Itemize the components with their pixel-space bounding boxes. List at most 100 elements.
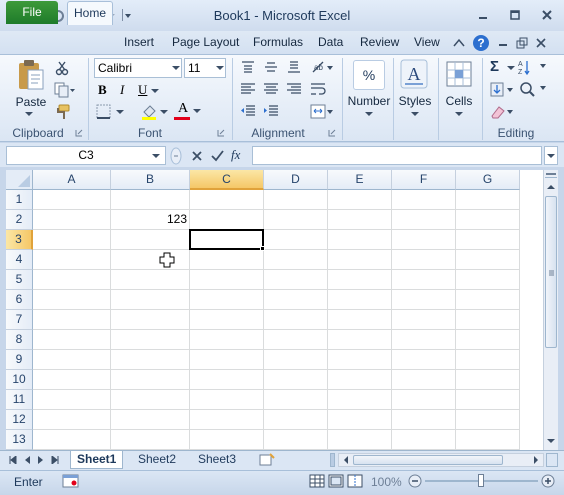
cell-B11[interactable] <box>111 390 190 410</box>
column-header-C[interactable]: C <box>190 170 264 190</box>
font-launcher-icon[interactable] <box>216 128 226 138</box>
align-middle-icon[interactable] <box>263 60 279 74</box>
tab-data[interactable]: Data <box>310 32 351 54</box>
cell-F12[interactable] <box>392 410 456 430</box>
cell-B10[interactable] <box>111 370 190 390</box>
cell-C8[interactable] <box>190 330 264 350</box>
row-header-1[interactable]: 1 <box>6 190 33 210</box>
cells-icon[interactable] <box>444 58 474 90</box>
tab-file[interactable]: File <box>6 1 58 24</box>
cell-C10[interactable] <box>190 370 264 390</box>
tab-page-layout[interactable]: Page Layout <box>164 32 247 54</box>
column-header-B[interactable]: B <box>111 170 190 190</box>
cell-F7[interactable] <box>392 310 456 330</box>
cell-D7[interactable] <box>264 310 328 330</box>
cell-D5[interactable] <box>264 270 328 290</box>
cell-G6[interactable] <box>456 290 520 310</box>
row-header-2[interactable]: 2 <box>6 210 33 230</box>
cell-B1[interactable] <box>111 190 190 210</box>
cell-A4[interactable] <box>33 250 111 270</box>
find-select-icon[interactable] <box>518 80 548 98</box>
cell-A10[interactable] <box>33 370 111 390</box>
maximize-button[interactable] <box>504 7 526 23</box>
cell-B5[interactable] <box>111 270 190 290</box>
cells-button[interactable]: Cells <box>440 94 478 108</box>
minimize-ribbon-icon[interactable] <box>452 36 466 50</box>
cell-C6[interactable] <box>190 290 264 310</box>
orientation-icon[interactable]: ab <box>310 58 334 76</box>
cell-F10[interactable] <box>392 370 456 390</box>
hsplit-box[interactable] <box>546 453 558 467</box>
font-family-dropdown-icon[interactable] <box>171 64 181 72</box>
cell-F9[interactable] <box>392 350 456 370</box>
scroll-thumb[interactable] <box>545 196 557 348</box>
cell-D2[interactable] <box>264 210 328 230</box>
fill-color-icon[interactable] <box>140 104 170 120</box>
number-dropdown-icon[interactable] <box>364 110 374 118</box>
cell-G12[interactable] <box>456 410 520 430</box>
align-left-icon[interactable] <box>240 82 256 96</box>
horizontal-scroll-thumb[interactable] <box>353 455 503 465</box>
zoom-slider-thumb[interactable] <box>478 474 484 487</box>
cell-A11[interactable] <box>33 390 111 410</box>
cell-D12[interactable] <box>264 410 328 430</box>
cell-E11[interactable] <box>328 390 392 410</box>
clear-icon[interactable] <box>490 104 518 120</box>
cell-D8[interactable] <box>264 330 328 350</box>
cell-D3[interactable] <box>264 230 328 250</box>
cell-C4[interactable] <box>190 250 264 270</box>
tab-insert[interactable]: Insert <box>116 32 162 54</box>
underline-dropdown-icon[interactable] <box>151 88 159 94</box>
cell-A13[interactable] <box>33 430 111 450</box>
cell-A8[interactable] <box>33 330 111 350</box>
autosum-icon[interactable]: Σ <box>490 58 504 75</box>
cell-G8[interactable] <box>456 330 520 350</box>
cell-B3[interactable] <box>111 230 190 250</box>
decrease-indent-icon[interactable] <box>240 104 256 118</box>
cell-G5[interactable] <box>456 270 520 290</box>
tab-review[interactable]: Review <box>352 32 407 54</box>
cell-A12[interactable] <box>33 410 111 430</box>
cell-D6[interactable] <box>264 290 328 310</box>
doc-restore-icon[interactable] <box>516 37 528 49</box>
cut-icon[interactable] <box>54 60 70 76</box>
sheet-tab-2[interactable]: Sheet2 <box>132 451 182 469</box>
cell-D10[interactable] <box>264 370 328 390</box>
cell-D1[interactable] <box>264 190 328 210</box>
split-box-icon[interactable] <box>545 170 557 178</box>
styles-dropdown-icon[interactable] <box>410 110 420 118</box>
tab-view[interactable]: View <box>406 32 448 54</box>
column-header-D[interactable]: D <box>264 170 328 190</box>
cell-E6[interactable] <box>328 290 392 310</box>
font-size-dropdown-icon[interactable] <box>215 64 225 72</box>
cell-A9[interactable] <box>33 350 111 370</box>
font-family-combo[interactable]: Calibri <box>94 58 182 78</box>
doc-close-icon[interactable] <box>535 37 547 49</box>
cell-C1[interactable] <box>190 190 264 210</box>
cell-D9[interactable] <box>264 350 328 370</box>
page-break-view-icon[interactable] <box>347 474 363 488</box>
sort-filter-icon[interactable]: AZ <box>518 58 548 76</box>
cell-D4[interactable] <box>264 250 328 270</box>
number-button[interactable]: Number <box>346 94 392 108</box>
cell-G13[interactable] <box>456 430 520 450</box>
cell-C5[interactable] <box>190 270 264 290</box>
cell-D13[interactable] <box>264 430 328 450</box>
cell-C12[interactable] <box>190 410 264 430</box>
select-all-button[interactable] <box>6 170 33 190</box>
cell-C7[interactable] <box>190 310 264 330</box>
column-header-G[interactable]: G <box>456 170 520 190</box>
macro-record-icon[interactable] <box>62 473 80 489</box>
worksheet-grid[interactable]: ABCDEFG 1 2 3 4 5 6 7 8 9 10 11 12 13 123 <box>6 170 543 450</box>
cell-E7[interactable] <box>328 310 392 330</box>
doc-minimize-icon[interactable] <box>497 37 509 49</box>
prev-sheet-icon[interactable] <box>22 454 32 466</box>
name-box-dropdown-icon[interactable] <box>151 152 161 160</box>
cell-F4[interactable] <box>392 250 456 270</box>
cell-A5[interactable] <box>33 270 111 290</box>
cells-dropdown-icon[interactable] <box>454 110 464 118</box>
alignment-launcher-icon[interactable] <box>327 128 337 138</box>
copy-icon[interactable] <box>54 82 76 98</box>
cell-E3[interactable] <box>328 230 392 250</box>
align-center-icon[interactable] <box>263 82 279 96</box>
